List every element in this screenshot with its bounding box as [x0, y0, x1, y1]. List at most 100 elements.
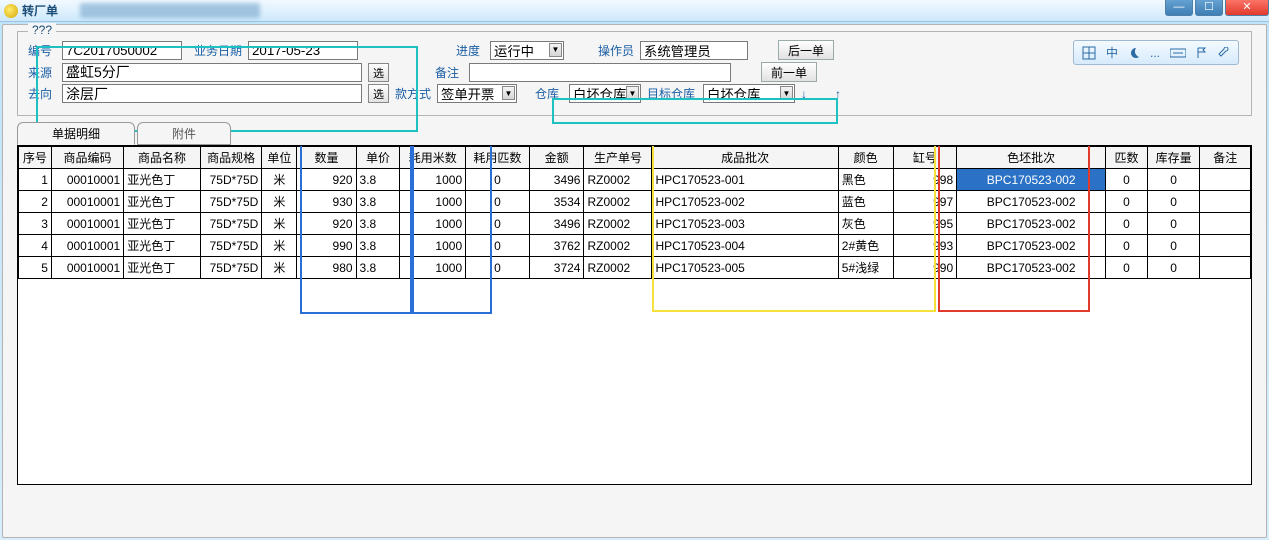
table-cell[interactable]: 1000 [400, 257, 466, 279]
table-cell[interactable]: 4 [19, 235, 52, 257]
table-cell[interactable]: 3496 [529, 169, 584, 191]
tab-attach[interactable]: 附件 [137, 122, 231, 145]
table-cell[interactable]: 00010001 [51, 213, 123, 235]
table-cell[interactable]: 0 [466, 169, 530, 191]
next-record-button[interactable]: 后一单 [778, 40, 834, 60]
table-cell[interactable] [1200, 169, 1251, 191]
table-cell[interactable]: 3 [19, 213, 52, 235]
col-header[interactable]: 缸号 [893, 147, 957, 169]
table-cell[interactable]: 75D*75D [200, 213, 261, 235]
table-cell[interactable]: 1000 [400, 191, 466, 213]
table-cell[interactable]: 3762 [529, 235, 584, 257]
table-cell[interactable]: 2 [19, 191, 52, 213]
table-cell[interactable]: 997 [893, 191, 957, 213]
table-cell[interactable]: 1 [19, 169, 52, 191]
chevron-down-icon[interactable]: ▼ [780, 86, 793, 100]
table-row[interactable]: 100010001亚光色丁75D*75D米9203.8100003496RZ00… [19, 169, 1251, 191]
table-cell[interactable]: HPC170523-005 [652, 257, 838, 279]
table-cell[interactable]: 993 [893, 235, 957, 257]
toolbar-wrench-icon[interactable] [1216, 46, 1232, 60]
table-cell[interactable]: 米 [262, 191, 297, 213]
col-header[interactable]: 单价 [356, 147, 400, 169]
jd-dropdown[interactable]: ▼ [490, 41, 564, 60]
col-header[interactable]: 商品规格 [200, 147, 261, 169]
table-cell[interactable]: 灰色 [838, 213, 893, 235]
table-cell[interactable] [1200, 235, 1251, 257]
table-cell[interactable]: 0 [466, 191, 530, 213]
table-cell[interactable]: 0 [1106, 257, 1148, 279]
table-cell[interactable]: HPC170523-004 [652, 235, 838, 257]
table-cell[interactable]: RZ0002 [584, 257, 652, 279]
toolbar-flag-icon[interactable] [1194, 46, 1210, 60]
close-button[interactable]: ✕ [1225, 0, 1269, 16]
col-header[interactable]: 金额 [529, 147, 584, 169]
table-cell[interactable]: 0 [1106, 169, 1148, 191]
col-header[interactable]: 库存量 [1147, 147, 1200, 169]
mbck-dropdown[interactable]: ▼ [703, 84, 795, 103]
table-cell[interactable]: 0 [1147, 191, 1200, 213]
toolbar-dots[interactable]: ... [1148, 45, 1162, 61]
table-row[interactable]: 300010001亚光色丁75D*75D米9203.8100003496RZ00… [19, 213, 1251, 235]
col-header[interactable]: 商品编码 [51, 147, 123, 169]
table-cell[interactable]: 995 [893, 213, 957, 235]
table-cell[interactable]: 990 [297, 235, 356, 257]
table-cell[interactable]: 亚光色丁 [124, 213, 201, 235]
col-header[interactable]: 商品名称 [124, 147, 201, 169]
bz-input[interactable] [469, 63, 731, 82]
table-cell[interactable]: 1000 [400, 235, 466, 257]
table-cell[interactable]: 米 [262, 257, 297, 279]
col-header[interactable]: 耗用匹数 [466, 147, 530, 169]
detail-table[interactable]: 序号商品编码商品名称商品规格单位数量单价耗用米数耗用匹数金额生产单号成品批次颜色… [18, 146, 1251, 279]
table-cell[interactable]: 0 [1147, 213, 1200, 235]
col-header[interactable]: 备注 [1200, 147, 1251, 169]
table-cell[interactable]: BPC170523-002 [957, 257, 1106, 279]
table-cell[interactable]: 0 [1106, 235, 1148, 257]
toolbar-text[interactable]: 中 [1104, 43, 1120, 62]
table-cell[interactable]: 75D*75D [200, 257, 261, 279]
table-cell[interactable]: 2#黄色 [838, 235, 893, 257]
table-cell[interactable]: 3.8 [356, 191, 400, 213]
table-cell[interactable]: 0 [466, 257, 530, 279]
table-cell[interactable]: HPC170523-002 [652, 191, 838, 213]
table-cell[interactable]: 0 [1147, 169, 1200, 191]
table-cell[interactable]: 0 [1106, 213, 1148, 235]
table-cell[interactable]: HPC170523-003 [652, 213, 838, 235]
col-header[interactable]: 色坯批次 [957, 147, 1106, 169]
col-header[interactable]: 序号 [19, 147, 52, 169]
table-cell[interactable]: 3724 [529, 257, 584, 279]
table-cell[interactable]: 亚光色丁 [124, 191, 201, 213]
xfs-dropdown[interactable]: ▼ [437, 84, 517, 103]
chevron-down-icon[interactable]: ▼ [502, 86, 515, 100]
toolbar-moon-icon[interactable] [1126, 46, 1142, 60]
table-cell[interactable]: 920 [297, 169, 356, 191]
ly-select-button[interactable]: 选 [368, 63, 389, 82]
ywrq-input[interactable] [248, 41, 358, 60]
table-cell[interactable]: 3534 [529, 191, 584, 213]
table-cell[interactable]: 蓝色 [838, 191, 893, 213]
sort-down-icon[interactable]: ↓ [801, 87, 829, 101]
table-cell[interactable]: 75D*75D [200, 169, 261, 191]
table-cell[interactable]: RZ0002 [584, 191, 652, 213]
table-cell[interactable]: 3.8 [356, 213, 400, 235]
table-cell[interactable]: 00010001 [51, 257, 123, 279]
table-cell[interactable]: RZ0002 [584, 235, 652, 257]
table-cell[interactable]: RZ0002 [584, 213, 652, 235]
table-cell[interactable]: 亚光色丁 [124, 169, 201, 191]
col-header[interactable]: 成品批次 [652, 147, 838, 169]
table-cell[interactable]: 990 [893, 257, 957, 279]
table-cell[interactable]: 75D*75D [200, 191, 261, 213]
table-cell[interactable]: 980 [297, 257, 356, 279]
table-cell[interactable]: 3.8 [356, 257, 400, 279]
table-cell[interactable]: 998 [893, 169, 957, 191]
ck-dropdown[interactable]: ▼ [569, 84, 641, 103]
table-cell[interactable]: 0 [466, 213, 530, 235]
table-cell[interactable] [1200, 257, 1251, 279]
table-row[interactable]: 500010001亚光色丁75D*75D米9803.8100003724RZ00… [19, 257, 1251, 279]
minimize-button[interactable]: — [1165, 0, 1193, 16]
table-cell[interactable]: 5 [19, 257, 52, 279]
table-cell[interactable]: 米 [262, 169, 297, 191]
table-cell[interactable]: 75D*75D [200, 235, 261, 257]
czy-input[interactable] [640, 41, 748, 60]
table-cell[interactable]: HPC170523-001 [652, 169, 838, 191]
table-cell[interactable]: BPC170523-002 [957, 235, 1106, 257]
